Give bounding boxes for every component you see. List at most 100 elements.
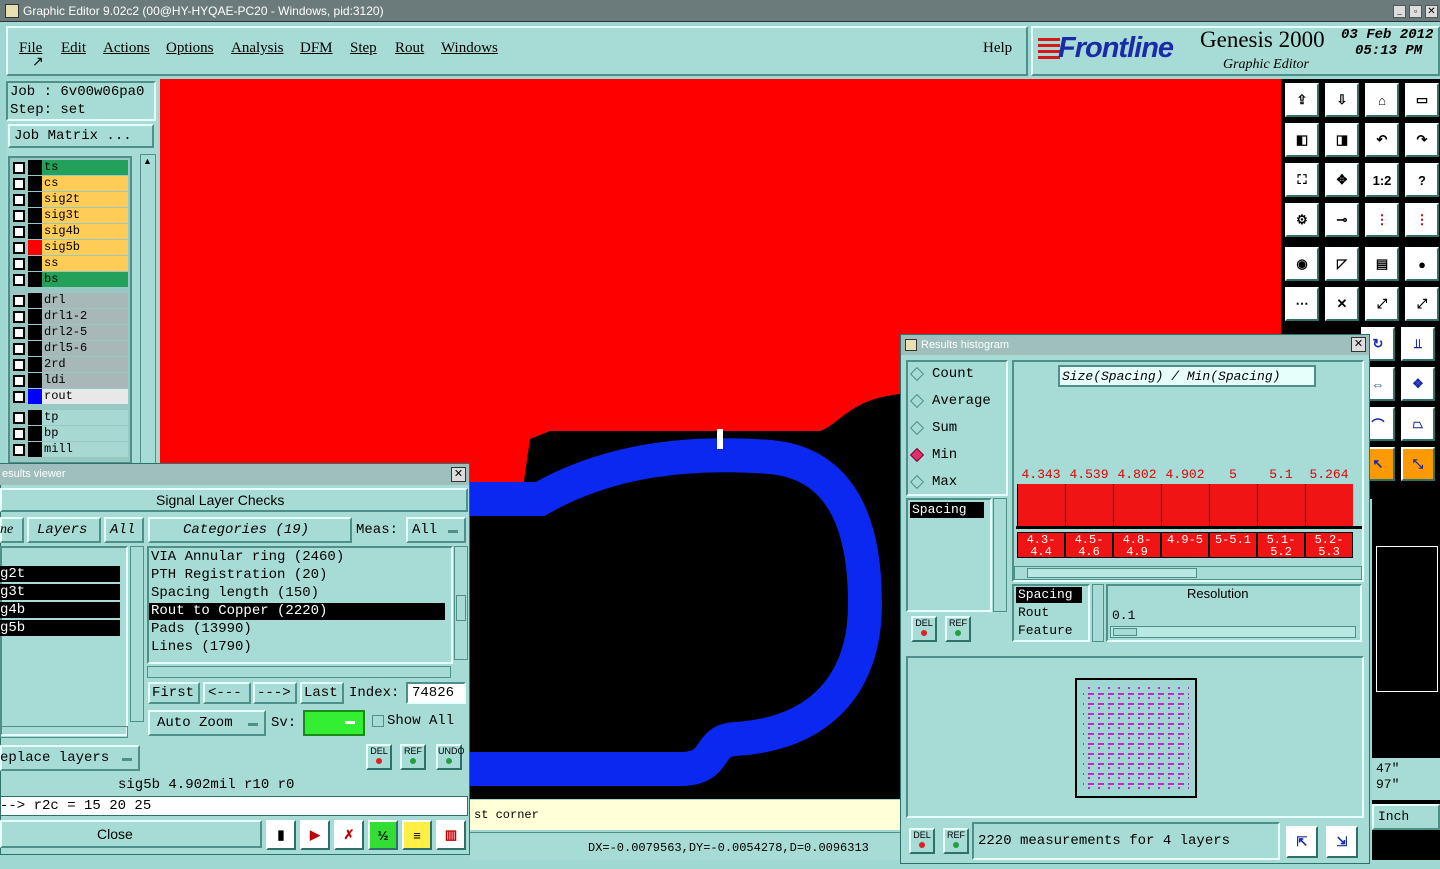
layer-row-ldi[interactable]: ldi — [10, 373, 128, 388]
open-icon[interactable]: ⇪ — [1285, 83, 1319, 117]
show-all-checkbox[interactable] — [372, 715, 384, 727]
category-item[interactable]: Spacing length (150) — [149, 585, 445, 602]
layer-row-rout[interactable]: rout — [10, 389, 128, 404]
menu-help[interactable]: Help — [983, 40, 1012, 57]
mode-radio-average[interactable]: Average — [909, 390, 991, 412]
layer-name[interactable]: bp — [42, 426, 128, 441]
menu-windows[interactable]: Windows — [441, 40, 498, 57]
last-button[interactable]: Last — [300, 682, 344, 704]
hist-del-button[interactable]: DEL — [911, 616, 937, 642]
layer-color-swatch[interactable] — [28, 389, 42, 404]
layer-row-drl1-2[interactable]: drl1-2 — [10, 309, 128, 324]
histogram-bin-label[interactable]: 5.1-5.2 — [1257, 532, 1305, 558]
first-button[interactable]: First — [148, 682, 200, 704]
layer-color-swatch[interactable] — [28, 373, 42, 388]
help-icon[interactable]: ? — [1405, 163, 1439, 197]
cross-icon[interactable]: ✕ — [1325, 287, 1359, 321]
histogram-bar[interactable] — [1017, 484, 1065, 526]
layer-color-swatch[interactable] — [28, 442, 42, 457]
chart-hscroll[interactable] — [1014, 566, 1362, 580]
histogram-bar[interactable] — [1065, 484, 1113, 526]
results-viewer-close-icon[interactable]: ✕ — [451, 467, 466, 482]
radio-diamond-icon[interactable] — [909, 393, 925, 409]
panel-group-icon[interactable]: ❖ — [1401, 367, 1435, 401]
layer-color-swatch[interactable] — [28, 192, 42, 207]
layer-list-scrollbar[interactable]: ▲ — [140, 154, 156, 464]
panel-snap-icon[interactable]: ⤡ — [1401, 447, 1435, 481]
radio-diamond-icon[interactable] — [909, 447, 925, 463]
category-item[interactable]: Rout to Copper (2220) — [149, 603, 445, 620]
category-item[interactable]: PTH Registration (20) — [149, 567, 445, 584]
layer-name[interactable]: cs — [42, 176, 128, 191]
layer-name[interactable]: drl2-5 — [42, 325, 128, 340]
layer-row-sig4b[interactable]: sig4b — [10, 224, 128, 239]
field-scrollbar[interactable] — [1092, 584, 1104, 642]
panel-trapezoid-icon[interactable]: ⏢ — [1401, 407, 1435, 441]
category-item[interactable]: Pads (13990) — [149, 621, 445, 638]
hist-ref-button[interactable]: REF — [945, 616, 971, 642]
layer-color-swatch[interactable] — [28, 410, 42, 425]
dot-icon[interactable]: ● — [1405, 247, 1439, 281]
undo-icon[interactable]: ↶ — [1365, 123, 1399, 157]
histogram-bin-label[interactable]: 4.9-5 — [1161, 532, 1209, 558]
tools-icon[interactable]: ⚙ — [1285, 203, 1319, 237]
category-scroll-thumb[interactable] — [456, 595, 466, 621]
layer-checkbox[interactable] — [13, 225, 25, 238]
layer-name[interactable]: ldi — [42, 373, 128, 388]
histogram-bin-label[interactable]: 4.8-4.9 — [1113, 532, 1161, 558]
layer-color-swatch[interactable] — [28, 309, 42, 324]
left-icon[interactable]: ◧ — [1285, 123, 1319, 157]
sv-color-select[interactable] — [303, 710, 365, 736]
layer-checkbox[interactable] — [13, 443, 25, 456]
field-rout[interactable]: Rout — [1018, 605, 1049, 620]
scale-icon[interactable]: 1:2 — [1365, 163, 1399, 197]
layer-color-swatch[interactable] — [28, 357, 42, 372]
histogram-close-icon[interactable]: ✕ — [1351, 337, 1366, 352]
layer-checkbox[interactable] — [13, 257, 25, 270]
hist-import-icon[interactable]: ⇲ — [1326, 826, 1358, 858]
histogram-bar[interactable] — [1161, 484, 1209, 526]
layer-row-drl2-5[interactable]: drl2-5 — [10, 325, 128, 340]
layer-color-swatch[interactable] — [28, 426, 42, 441]
layer-checkbox[interactable] — [13, 241, 25, 254]
histogram-bar[interactable] — [1209, 484, 1257, 526]
rv-tool-ref-icon[interactable]: ✗ — [334, 820, 364, 850]
layer-row-bs[interactable]: bs — [10, 272, 128, 287]
mode-radio-min[interactable]: Min — [909, 444, 957, 466]
panel-flip-icon[interactable]: ⫫ — [1401, 327, 1435, 361]
probe-icon[interactable]: ⊸ — [1325, 203, 1359, 237]
layer-row-sig3t[interactable]: sig3t — [10, 208, 128, 223]
layer-name[interactable]: 2rd — [42, 357, 128, 372]
minimize-button[interactable]: _ — [1393, 5, 1406, 18]
mode-radio-max[interactable]: Max — [909, 471, 957, 493]
layer-row-bp[interactable]: bp — [10, 426, 128, 441]
layer-row-ss[interactable]: ss — [10, 256, 128, 271]
snap2-icon[interactable]: ⤢ — [1405, 287, 1439, 321]
right-icon[interactable]: ◨ — [1325, 123, 1359, 157]
menu-edit[interactable]: Edit — [61, 40, 86, 57]
scroll-up-icon[interactable]: ▲ — [143, 156, 152, 166]
menu-analysis[interactable]: Analysis — [231, 40, 284, 57]
rv-undo-button[interactable]: UNDO — [436, 744, 465, 770]
layer-checkbox[interactable] — [13, 161, 25, 174]
window-icon[interactable]: ▭ — [1405, 83, 1439, 117]
result-layer-item[interactable]: g4b — [0, 602, 120, 618]
layer-name[interactable]: tp — [42, 410, 128, 425]
title-bar[interactable]: Graphic Editor 9.02c2 (00@HY-HYQAE-PC20 … — [0, 0, 1440, 22]
layer-name[interactable]: drl1-2 — [42, 309, 128, 324]
menu-actions[interactable]: Actions — [103, 40, 150, 57]
draw-icon[interactable]: ◸ — [1325, 247, 1359, 281]
layer-color-swatch[interactable] — [28, 272, 42, 287]
layer-checkbox[interactable] — [13, 374, 25, 387]
layer-checkbox[interactable] — [13, 193, 25, 206]
rv-tool-report-icon[interactable]: ≡ — [402, 820, 432, 850]
prev-button[interactable]: <--- — [203, 682, 251, 704]
rv-tool-number-icon[interactable]: ½ — [368, 820, 398, 850]
ruler-icon[interactable]: ▤ — [1365, 247, 1399, 281]
layer-row-sig5b[interactable]: sig5b — [10, 240, 128, 255]
layer-checkbox[interactable] — [13, 294, 25, 307]
histogram-bin-label[interactable]: 5-5.1 — [1209, 532, 1257, 558]
histogram-bin-label[interactable]: 4.3-4.4 — [1017, 532, 1065, 558]
close-window-button[interactable]: ✕ — [1425, 5, 1438, 18]
circle-icon[interactable]: ◉ — [1285, 247, 1319, 281]
